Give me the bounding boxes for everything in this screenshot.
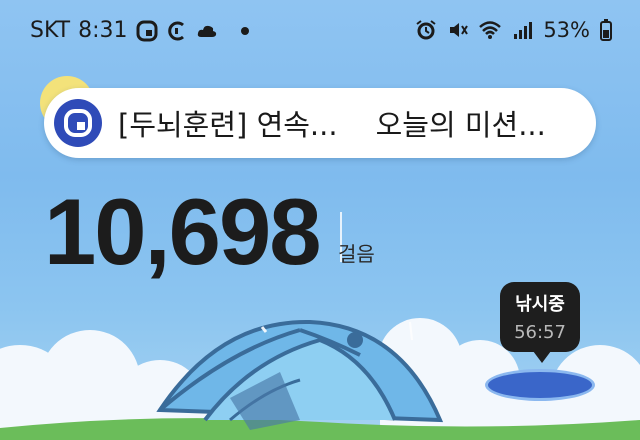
fishing-timer: 56:57 — [514, 322, 566, 343]
banner-text-today-mission: 오늘의 미션... — [375, 108, 546, 142]
battery-icon — [600, 19, 612, 41]
fishing-hole[interactable] — [488, 372, 592, 398]
fishing-status-tooltip[interactable]: 낚시중 56:57 — [500, 282, 580, 352]
battery-percent: 53% — [543, 18, 590, 42]
wifi-icon — [479, 21, 502, 39]
banner-text-brain-training: [두뇌훈련] 연속... — [118, 108, 338, 142]
chat-app-icon — [136, 20, 158, 41]
signal-icon — [514, 22, 533, 39]
status-bar-left: SKT 8:31 — [30, 18, 250, 43]
fishing-label: 낚시중 — [515, 294, 565, 315]
step-count: 10,698 — [44, 179, 322, 284]
step-unit-label: 걸음 — [338, 242, 375, 266]
status-bar: SKT 8:31 53% — [0, 0, 640, 62]
carrier-label: SKT — [30, 18, 71, 43]
mute-icon — [450, 23, 469, 37]
clock: 8:31 — [78, 18, 128, 43]
alarm-icon — [416, 20, 436, 40]
cloud-icon — [197, 25, 216, 37]
notification-dot-icon — [240, 26, 249, 35]
app-logo-icon — [54, 99, 102, 147]
tooltip-arrow — [533, 351, 551, 363]
c-app-icon — [167, 21, 184, 40]
status-bar-right: 53% — [415, 18, 612, 42]
mission-banner[interactable]: [두뇌훈련] 연속... 오늘의 미션... — [44, 88, 596, 158]
